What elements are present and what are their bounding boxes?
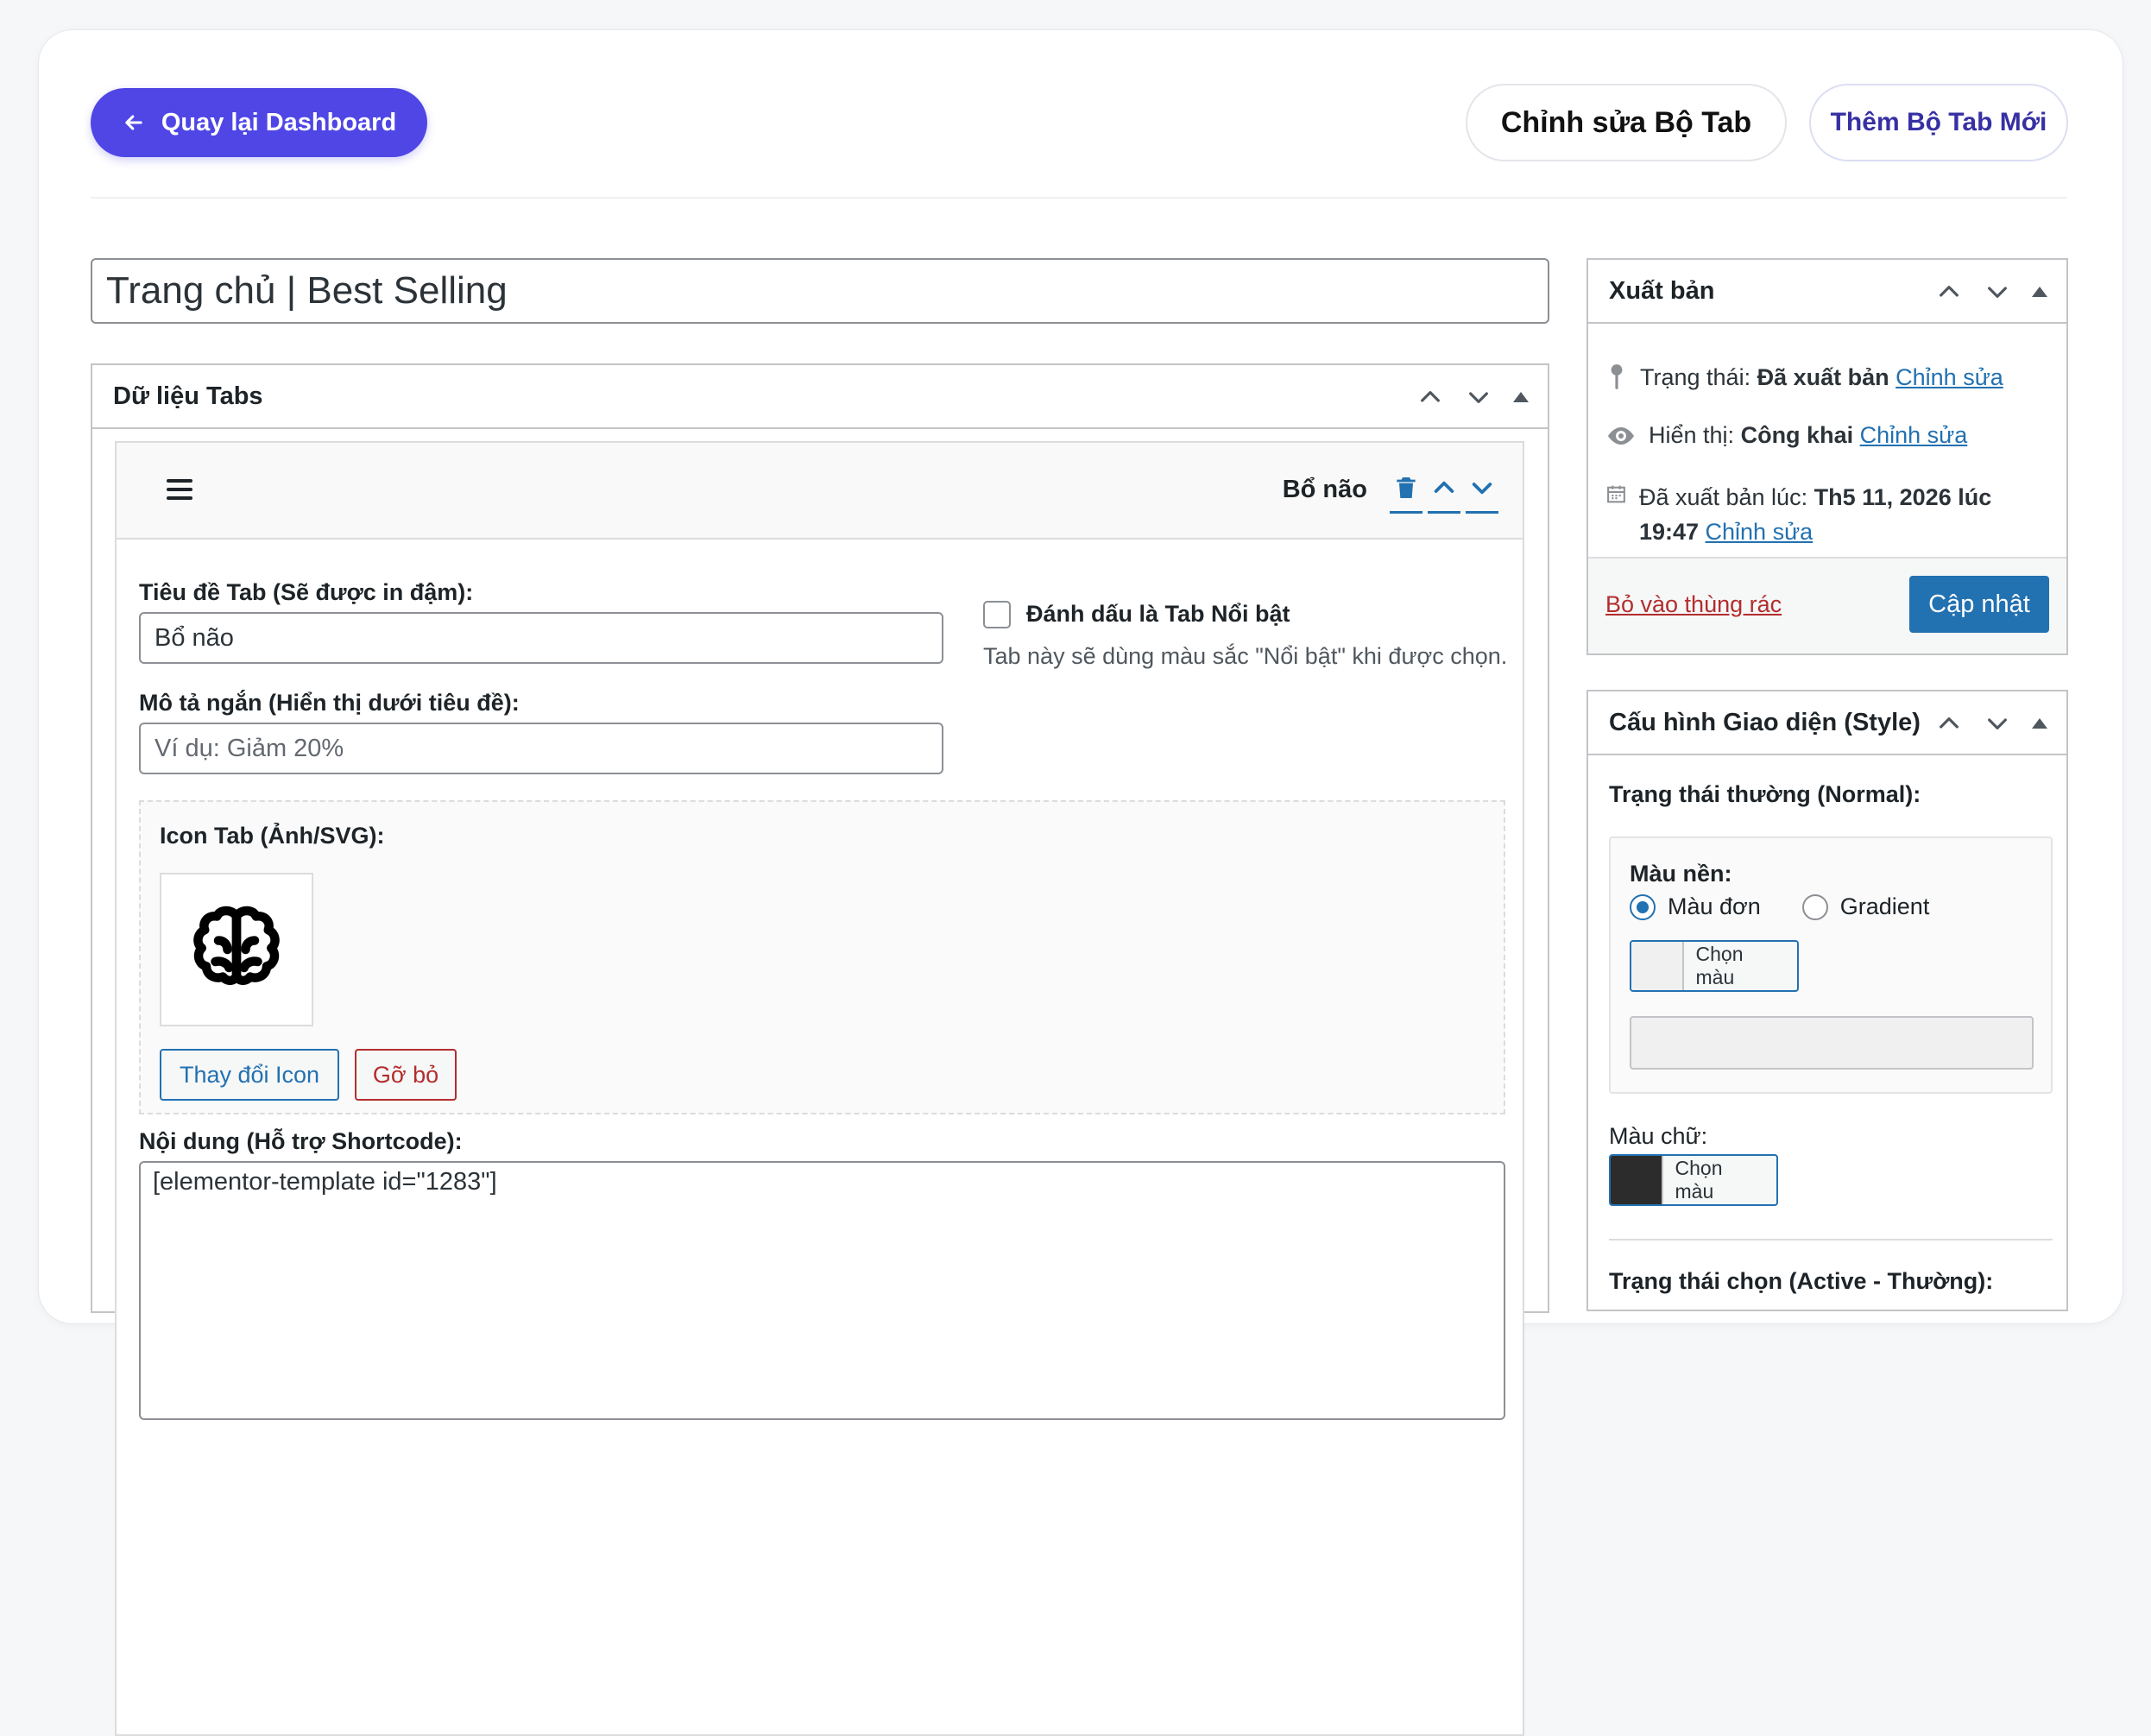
edit-published-link[interactable]: Chỉnh sửa	[1706, 519, 1814, 545]
back-to-dashboard-label: Quay lại Dashboard	[161, 108, 397, 136]
bg-color-swatch	[1631, 942, 1684, 990]
chevron-down-icon	[1472, 483, 1492, 495]
bg-color-input[interactable]	[1630, 1016, 2034, 1070]
icon-tab-label: Icon Tab (Ảnh/SVG):	[160, 823, 385, 849]
tabs-data-title: Dữ liệu Tabs	[113, 382, 263, 410]
chevron-down-icon[interactable]	[1984, 710, 2011, 737]
header-divider	[91, 197, 2067, 199]
publish-header: Xuất bản	[1588, 260, 2066, 324]
style-box: Cấu hình Giao diện (Style) Trạng thái th…	[1586, 690, 2068, 1311]
style-header: Cấu hình Giao diện (Style)	[1588, 691, 2066, 755]
edit-tabset-tab[interactable]: Chỉnh sửa Bộ Tab	[1466, 84, 1787, 161]
radio-gradient-label: Gradient	[1839, 893, 1930, 919]
icon-preview	[160, 873, 313, 1026]
text-color-picker-button[interactable]: Chọn màu	[1609, 1154, 1778, 1206]
post-title-input[interactable]: Trang chủ | Best Selling	[91, 258, 1549, 324]
remove-icon-button[interactable]: Gỡ bỏ	[355, 1049, 457, 1101]
status-label: Trạng thái:	[1640, 363, 1751, 390]
content-textarea[interactable]: [elementor-template id="1283"]	[139, 1161, 1505, 1420]
radio-gradient[interactable]	[1801, 893, 1828, 920]
featured-label: Đánh dấu là Tab Nổi bật	[1026, 601, 1290, 627]
content-label: Nội dung (Hỗ trợ Shortcode):	[139, 1128, 463, 1154]
published-row: Đã xuất bản lúc: Th5 11, 2026 lúc 19:47 …	[1605, 480, 2054, 549]
active-state-label: Trạng thái chọn (Active - Thường):	[1609, 1268, 1994, 1294]
featured-help-text: Tab này sẽ dùng màu sắc "Nổi bật" khi đư…	[983, 643, 1508, 669]
published-label: Đã xuất bản lúc:	[1638, 484, 1808, 510]
remove-icon-label: Gỡ bỏ	[372, 1061, 439, 1088]
change-icon-label: Thay đổi Icon	[179, 1061, 320, 1088]
collapse-toggle-icon[interactable]	[2032, 287, 2047, 297]
text-color-swatch	[1611, 1156, 1663, 1204]
status-row: Trạng thái: Đã xuất bản Chỉnh sửa	[1605, 363, 2003, 391]
normal-state-label: Trạng thái thường (Normal):	[1609, 781, 1921, 807]
tab-desc-placeholder: Ví dụ: Giảm 20%	[155, 734, 344, 762]
edit-tabset-label: Chỉnh sửa Bộ Tab	[1500, 105, 1752, 139]
add-tabset-tab[interactable]: Thêm Bộ Tab Mới	[1809, 84, 2068, 161]
chevron-up-icon[interactable]	[1935, 278, 1963, 306]
radio-solid[interactable]	[1630, 893, 1656, 920]
chevron-up-icon	[1434, 481, 1454, 493]
publish-box: Xuất bản Trạng thái: Đã xuất bản Chỉnh s…	[1586, 258, 2068, 655]
tab-title-value: Bổ não	[155, 623, 234, 652]
tab-title-label: Tiêu đề Tab (Sẽ được in đậm):	[139, 579, 474, 605]
bg-pick-color-label: Chọn màu	[1695, 943, 1744, 988]
style-title: Cấu hình Giao diện (Style)	[1609, 708, 1921, 736]
publish-title: Xuất bản	[1609, 276, 1715, 305]
chevron-down-icon[interactable]	[1465, 383, 1492, 411]
trash-icon	[1397, 477, 1416, 498]
move-tab-up-button[interactable]	[1428, 474, 1460, 514]
collapse-toggle-icon[interactable]	[1513, 392, 1529, 402]
chevron-up-icon[interactable]	[1416, 383, 1444, 411]
content-value: [elementor-template id="1283"]	[153, 1168, 497, 1196]
background-panel: Màu nền: Màu đơn Gradient Chọn màu	[1609, 836, 2053, 1094]
change-icon-button[interactable]: Thay đổi Icon	[160, 1049, 339, 1101]
tab-desc-input[interactable]: Ví dụ: Giảm 20%	[139, 723, 943, 774]
collapse-toggle-icon[interactable]	[2032, 718, 2047, 729]
back-to-dashboard-button[interactable]: Quay lại Dashboard	[91, 88, 427, 157]
tabs-data-header: Dữ liệu Tabs	[92, 365, 1548, 429]
text-pick-color-label: Chọn màu	[1675, 1157, 1723, 1203]
radio-solid-label: Màu đơn	[1668, 893, 1761, 919]
tab-item-header: Bổ não	[117, 443, 1523, 540]
calendar-icon	[1607, 485, 1625, 503]
brain-icon	[193, 906, 280, 986]
move-to-trash-link[interactable]: Bỏ vào thùng rác	[1605, 591, 1782, 618]
tabs-data-box: Dữ liệu Tabs Bổ não Tiêu đề Tab (Sẽ được…	[91, 363, 1549, 1736]
style-divider	[1609, 1239, 2053, 1240]
chevron-up-icon[interactable]	[1935, 710, 1963, 737]
tab-desc-label: Mô tả ngắn (Hiển thị dưới tiêu đề):	[139, 690, 520, 716]
delete-tab-button[interactable]	[1390, 474, 1422, 514]
arrow-left-icon	[125, 115, 142, 130]
icon-panel: Icon Tab (Ảnh/SVG): Thay đổi Icon Gỡ bỏ	[139, 800, 1505, 1114]
tab-item: Bổ não Tiêu đề Tab (Sẽ được in đậm): Bổ …	[115, 441, 1524, 1736]
drag-handle-icon[interactable]	[167, 479, 192, 502]
status-value: Đã xuất bản	[1757, 363, 1889, 390]
visibility-label: Hiển thị:	[1649, 422, 1735, 448]
edit-visibility-link[interactable]: Chỉnh sửa	[1860, 422, 1968, 448]
visibility-row: Hiển thị: Công khai Chỉnh sửa	[1605, 422, 1967, 449]
tab-item-name: Bổ não	[1282, 476, 1367, 503]
edit-status-link[interactable]: Chỉnh sửa	[1896, 364, 2003, 390]
text-color-label: Màu chữ:	[1609, 1123, 1708, 1149]
move-tab-down-button[interactable]	[1466, 474, 1498, 514]
update-button[interactable]: Cập nhật	[1909, 576, 2049, 633]
featured-checkbox[interactable]	[983, 601, 1011, 628]
chevron-down-icon[interactable]	[1984, 278, 2011, 306]
update-label: Cập nhật	[1928, 590, 2030, 618]
visibility-value: Công khai	[1740, 422, 1854, 448]
publish-footer: Bỏ vào thùng rác Cập nhật	[1588, 557, 2066, 653]
post-title-value: Trang chủ | Best Selling	[106, 269, 508, 312]
pin-icon	[1611, 364, 1623, 389]
bg-color-picker-button[interactable]: Chọn màu	[1630, 940, 1799, 992]
add-tabset-label: Thêm Bộ Tab Mới	[1830, 108, 2047, 136]
bg-type-radios: Màu đơn Gradient	[1630, 893, 1929, 920]
eye-icon	[1608, 426, 1634, 445]
tab-title-input[interactable]: Bổ não	[139, 612, 943, 664]
bg-color-label: Màu nền:	[1630, 861, 1732, 887]
